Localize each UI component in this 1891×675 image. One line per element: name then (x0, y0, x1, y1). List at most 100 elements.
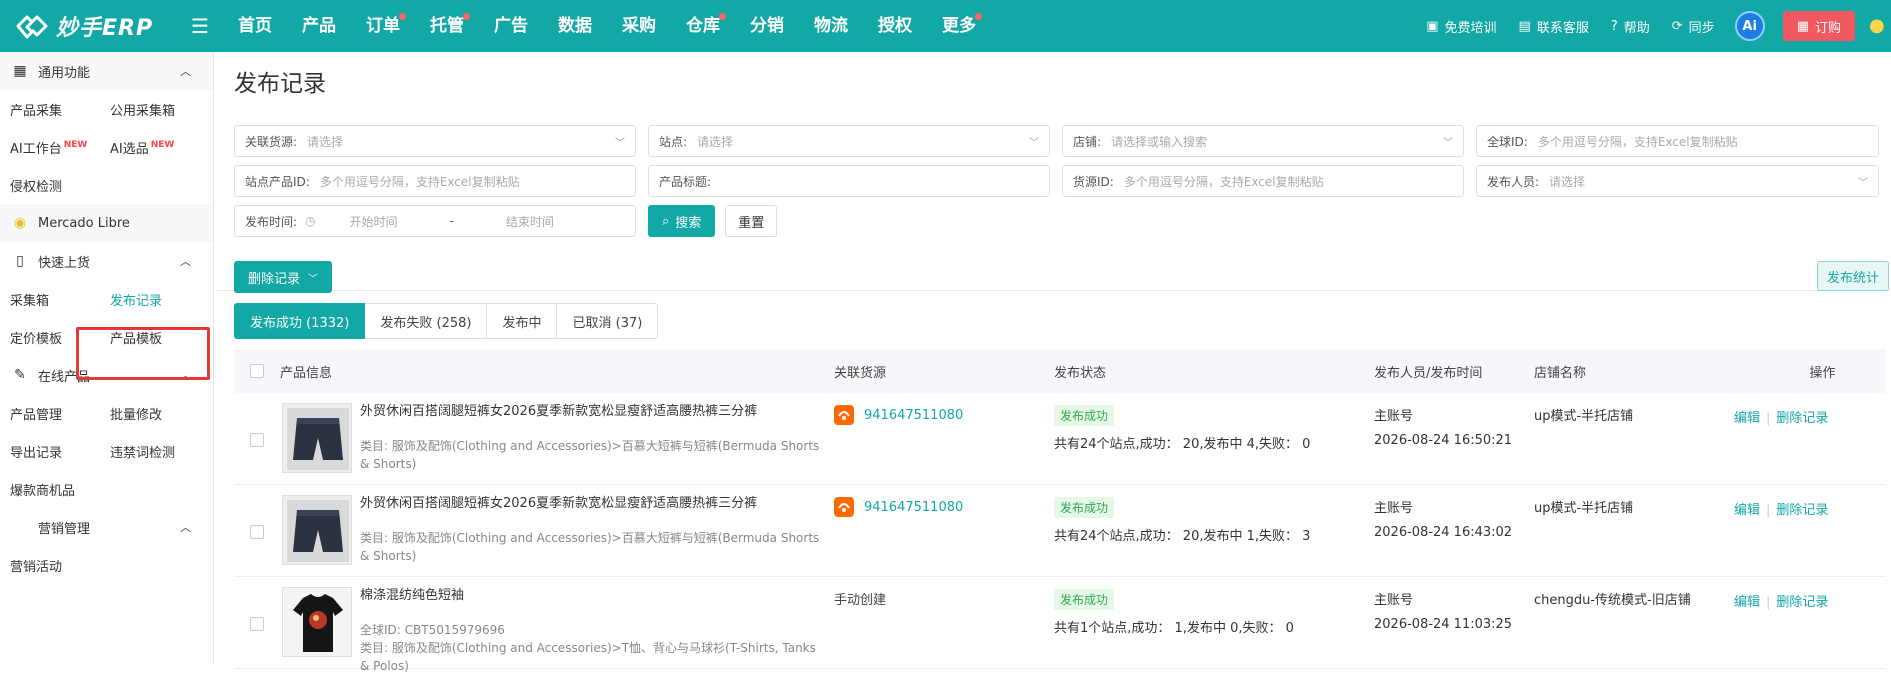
sidebar-item-export[interactable]: 导出记录 (0, 442, 100, 461)
sidebar-group-marketing[interactable]: 营销管理 ︿ (0, 508, 213, 546)
nav-item-label: 仓库 (686, 16, 720, 36)
delete-record-link[interactable]: 删除记录 (1776, 595, 1828, 610)
product-thumbnail[interactable] (282, 587, 352, 657)
status-tabs: 发布成功 (1332) 发布失败 (258) 发布中 已取消 (37) (234, 303, 1891, 339)
menu-toggle-icon[interactable]: ☰ (190, 14, 210, 38)
sidebar-group-quick[interactable]: ▯ 快速上货 ︿ (0, 242, 213, 280)
tab-3[interactable]: 已取消 (37) (557, 303, 659, 339)
nav-item-9[interactable]: 物流 (798, 0, 862, 52)
sidebar-item-batch[interactable]: 批量修改 (100, 404, 200, 423)
ops-cell: 编辑 | 删除记录 (1734, 499, 1828, 518)
publisher-name: 主账号 (1374, 409, 1414, 424)
user-avatar-icon[interactable]: ● (1869, 15, 1891, 37)
nav-item-label: 首页 (238, 16, 272, 36)
brand-logo[interactable]: 妙手ERP (14, 10, 186, 42)
nav-item-3[interactable]: 托管 (414, 0, 478, 52)
nav-item-7[interactable]: 仓库 (670, 0, 734, 52)
delete-record-link[interactable]: 删除记录 (1776, 411, 1828, 426)
help-link[interactable]: ? 帮助 (1611, 17, 1650, 36)
tab-0[interactable]: 发布成功 (1332) (234, 303, 366, 339)
reset-button[interactable]: 重置 (725, 205, 778, 237)
publish-stats-button[interactable]: 发布统计 (1816, 261, 1889, 291)
nav-item-11[interactable]: 更多 (926, 0, 990, 52)
source-cell: 941647511080 (834, 497, 963, 517)
site-product-id-input[interactable]: 站点产品ID: 多个用逗号分隔，支持Excel复制粘贴 (234, 165, 636, 197)
site-select[interactable]: 站点: 请选择 ﹀ (648, 125, 1050, 157)
row-checkbox[interactable] (250, 525, 264, 539)
sidebar-item-infringe[interactable]: 侵权检测 (0, 176, 100, 195)
row-select-cell (234, 577, 280, 668)
sidebar-group-mercado[interactable]: ◉ Mercado Libre (0, 204, 213, 242)
delete-record-link[interactable]: 删除记录 (1776, 503, 1828, 518)
delete-records-button[interactable]: 删除记录 ﹀ (234, 261, 333, 293)
ops-cell: 编辑 | 删除记录 (1734, 591, 1828, 610)
new-badge: NEW (63, 139, 88, 150)
edit-link[interactable]: 编辑 (1734, 595, 1760, 610)
product-thumbnail[interactable] (282, 403, 352, 473)
product-title[interactable]: 棉涤混纺纯色短袖 (360, 587, 820, 605)
end-time-input[interactable]: 结束时间 (454, 213, 554, 230)
nav-item-4[interactable]: 广告 (478, 0, 542, 52)
row-checkbox[interactable] (250, 433, 264, 447)
sidebar-item-box[interactable]: 采集箱 (0, 290, 100, 309)
training-link[interactable]: ▣ 免费培训 (1426, 17, 1496, 36)
main-nav: 首页 产品 订单 托管 广告 数据 采购 仓库 分销 物流 授权 更多 (222, 0, 990, 52)
table-row: 外贸休闲百搭阔腿短裤女2026夏季新款宽松显瘦舒适高腰热裤三分裤 类目: 服饰及配… (234, 485, 1886, 577)
nav-item-0[interactable]: 首页 (222, 0, 286, 52)
support-link[interactable]: ▤ 联系客服 (1519, 17, 1589, 36)
chevron-down-icon: ﹀ (1443, 137, 1453, 149)
tab-2[interactable]: 发布中 (487, 303, 558, 339)
sidebar-item-activity[interactable]: 营销活动 (0, 556, 100, 575)
source-id-link[interactable]: 941647511080 (864, 500, 963, 515)
nav-item-5[interactable]: 数据 (542, 0, 606, 52)
sidebar-item-ai-select[interactable]: AI选品 NEW (100, 138, 200, 157)
actions-row: 删除记录 ﹀ 发布统计 (234, 261, 1891, 301)
product-title[interactable]: 外贸休闲百搭阔腿短裤女2026夏季新款宽松显瘦舒适高腰热裤三分裤 (360, 495, 820, 513)
nav-item-8[interactable]: 分销 (734, 0, 798, 52)
nav-item-10[interactable]: 授权 (862, 0, 926, 52)
edit-link[interactable]: 编辑 (1734, 411, 1760, 426)
sidebar-item-ai-workbench[interactable]: AI工作台 NEW (0, 138, 100, 157)
tab-1[interactable]: 发布失败 (258) (365, 303, 488, 339)
table-row: 棉涤混纺纯色短袖 全球ID: CBT5015979696 类目: 服饰及配饰(Clo… (234, 577, 1886, 673)
nav-item-label: 更多 (942, 16, 976, 36)
sidebar-group-common[interactable]: ▦ 通用功能 ︿ (0, 52, 213, 90)
row-checkbox[interactable] (250, 617, 264, 631)
sidebar-item-hot[interactable]: 爆款商机品 (0, 480, 140, 499)
search-button[interactable]: ⌕ 搜索 (648, 205, 716, 237)
sidebar-item-public-box[interactable]: 公用采集箱 (100, 100, 200, 119)
ai-assistant-button[interactable]: Ai (1734, 11, 1765, 41)
sync-link[interactable]: ⟳ 同步 (1672, 17, 1715, 36)
logo-icon (14, 11, 50, 41)
edit-link[interactable]: 编辑 (1734, 503, 1760, 518)
shop-select[interactable]: 店铺: 请选择或输入搜索 ﹀ (1062, 125, 1464, 157)
publisher-select[interactable]: 发布人员: 请选择 ﹀ (1476, 165, 1879, 197)
nav-item-1[interactable]: 产品 (286, 0, 350, 52)
chevron-up-icon: ︿ (180, 255, 191, 268)
publisher-cell: 主账号 2026-08-24 11:03:25 (1374, 589, 1512, 637)
sidebar-item-publish-log[interactable]: 发布记录 (100, 290, 200, 309)
records-table: 产品信息 关联货源 发布状态 发布人员/发布时间 店铺名称 操作 外贸休闲百搭阔… (234, 349, 1886, 673)
source-id-input[interactable]: 货源ID: 多个用逗号分隔，支持Excel复制粘贴 (1062, 165, 1464, 197)
product-title[interactable]: 外贸休闲百搭阔腿短裤女2026夏季新款宽松显瘦舒适高腰热裤三分裤 (360, 403, 820, 421)
start-time-input[interactable]: 开始时间 (316, 213, 398, 230)
sidebar-item-manage[interactable]: 产品管理 (0, 404, 100, 423)
range-separator: - (449, 214, 454, 228)
product-title-label: 产品标题: (659, 174, 712, 189)
source-select[interactable]: 关联货源: 请选择 ﹀ (234, 125, 636, 157)
select-all-checkbox[interactable] (250, 364, 264, 378)
nav-item-2[interactable]: 订单 (350, 0, 414, 52)
order-button[interactable]: ▦ 订购 (1782, 11, 1855, 41)
product-title-input[interactable]: 产品标题: (648, 165, 1050, 197)
product-thumbnail[interactable] (282, 495, 352, 565)
nav-item-6[interactable]: 采购 (606, 0, 670, 52)
source-id-link[interactable]: 941647511080 (864, 408, 963, 423)
sidebar-item-banned[interactable]: 违禁词检测 (100, 442, 200, 461)
sidebar: ▦ 通用功能 ︿ 产品采集 公用采集箱 AI工作台 NEW AI选品 NEW 侵权检… (0, 52, 214, 665)
nav-item-label: 数据 (558, 16, 592, 36)
nav-item-label: 广告 (494, 16, 528, 36)
nav-item-label: 订单 (366, 16, 400, 36)
publish-time-range[interactable]: 发布时间: ◷ 开始时间 - 结束时间 (234, 205, 636, 237)
global-id-input[interactable]: 全球ID: 多个用逗号分隔，支持Excel复制粘贴 (1476, 125, 1879, 157)
sidebar-item-collect[interactable]: 产品采集 (0, 100, 100, 119)
